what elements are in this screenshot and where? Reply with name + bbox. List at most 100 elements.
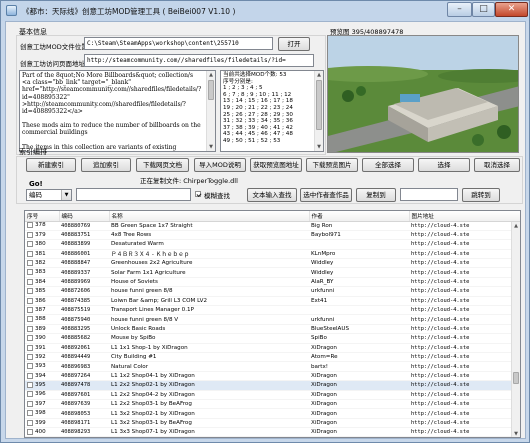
table-row[interactable]: 378 408880769 BB Green Space 1x7 Straight B…: [25, 221, 520, 231]
col-name[interactable]: 名称: [109, 211, 310, 222]
minimize-button[interactable]: –: [447, 2, 472, 17]
chevron-down-icon[interactable]: ▼: [61, 190, 71, 200]
description-scrollbar[interactable]: ▲ ▼: [206, 71, 215, 151]
col-author[interactable]: 作者: [309, 211, 410, 222]
table-row[interactable]: 390 408885682 Mouse by SpiBo SpiBo http://cl…: [25, 333, 520, 344]
close-button[interactable]: ✕: [495, 2, 528, 17]
download-webpage-button[interactable]: 下载网页文档: [136, 158, 189, 172]
mod-table[interactable]: 序号 编码 名称 作者 图片地址 378 408880769 BB Green Sp…: [24, 210, 521, 438]
title-bar[interactable]: 《都市：天际线》创意工坊MOD管理工具 ( BeiBei007 V1.10 ) …: [1, 1, 529, 21]
table-row[interactable]: 387 408875519 Transport Lines Manager 0.1P…: [25, 305, 520, 316]
mod-description-area[interactable]: Part of the 8quot;No More Billboards&quo…: [19, 70, 216, 152]
row-checkbox[interactable]: [27, 391, 33, 398]
table-row[interactable]: 393 408896983 Natural Color bartx! http://cl…: [25, 361, 520, 372]
row-checkbox[interactable]: [27, 363, 33, 370]
row-checkbox[interactable]: [27, 382, 33, 389]
select-all-button[interactable]: 全部选择: [362, 158, 414, 172]
row-checkbox[interactable]: [27, 306, 33, 313]
table-row[interactable]: 392 408894449 City Building #1 Atom=Re http:…: [25, 352, 520, 363]
row-image-url: http://cloud-4.ste: [409, 333, 520, 344]
row-checkbox[interactable]: [27, 344, 33, 351]
col-no[interactable]: 序号: [25, 211, 60, 222]
app-window: 《都市：天际线》创意工坊MOD管理工具 ( BeiBei007 V1.10 ) …: [0, 0, 530, 443]
row-checkbox[interactable]: [27, 288, 33, 295]
table-row[interactable]: 399 408898171 L1 3x2 Shop03-1 by BeAFrog Xi…: [25, 418, 520, 429]
row-number: 394: [35, 372, 46, 379]
row-checkbox[interactable]: [27, 400, 33, 407]
row-checkbox[interactable]: [27, 250, 33, 257]
row-checkbox[interactable]: [27, 410, 33, 417]
row-number: 396: [35, 391, 46, 398]
table-row[interactable]: 386 408874385 Loiwn Bar &amp; Grill L3 COM…: [25, 296, 520, 307]
append-index-button[interactable]: 追加索引: [81, 158, 131, 172]
table-row[interactable]: 381 408886001 Ｐ４ＢＲ３Ｘ４ - Ｋｈｅｂｅｐ KLnMpro http:…: [25, 249, 520, 260]
page-url-field[interactable]: http://steamcommunity.com//sharedfiles/f…: [84, 54, 314, 67]
scroll-up-icon[interactable]: ▲: [207, 71, 215, 79]
table-row[interactable]: 397 408897639 L1 2x2 Shop03-1 by BeAFrog Xi…: [25, 399, 520, 410]
table-row[interactable]: 394 408897264 L1 1x2 Shop04-1 by XiDragon X…: [25, 371, 520, 382]
table-row[interactable]: 384 408889969 House of Soviets AlaR_BY http:…: [25, 277, 520, 288]
search-input[interactable]: [76, 188, 191, 201]
row-code: 408888847: [59, 258, 109, 269]
scroll-thumb[interactable]: [208, 80, 214, 100]
summary-scrollbar[interactable]: ▲ ▼: [314, 71, 323, 151]
row-author: XiDragon: [309, 390, 409, 400]
description-line: <a class="bb_link" target="_blank": [22, 79, 132, 87]
scroll-up-icon[interactable]: ▲: [315, 71, 323, 79]
select-button[interactable]: 选择: [418, 158, 470, 172]
text-search-button[interactable]: 文本输入查找: [247, 188, 297, 202]
row-checkbox[interactable]: [27, 325, 33, 332]
table-scrollbar[interactable]: ▲ ▼: [511, 222, 520, 437]
table-row[interactable]: 395 408897478 L1 2x2 Shop02-1 by XiDragon X…: [25, 380, 520, 391]
table-row[interactable]: 400 408898293 L1 3x3 Shop07-1 by XiDragon X…: [25, 427, 520, 437]
table-row[interactable]: 380 408883899 Desaturated Warm http://cloud…: [25, 239, 520, 250]
table-row[interactable]: 389 408883295 Unlock Basic Roads BlueSteelA…: [25, 324, 520, 335]
row-checkbox[interactable]: [27, 231, 33, 238]
deselect-button[interactable]: 取消选择: [474, 158, 520, 172]
table-row[interactable]: 398 408898053 L1 3x2 Shop02-1 by XiDragon X…: [25, 408, 520, 419]
row-checkbox[interactable]: [27, 429, 33, 436]
table-row[interactable]: 383 408889337 Solar Farm 1x1 Agriculture Wi…: [25, 267, 520, 278]
import-mod-desc-button[interactable]: 导入MOD说明: [194, 158, 246, 172]
table-row[interactable]: 388 408875940 house funni green 8/8 Vurkfu…: [25, 314, 520, 325]
table-row[interactable]: 391 408892061 L1 1x1 Shop-1 by XiDragon XiD…: [25, 343, 520, 353]
download-preview-button[interactable]: 下载预览图片: [306, 158, 358, 172]
jump-to-button[interactable]: 跳转到: [462, 188, 500, 202]
table-row[interactable]: 396 408897601 L1 2x2 Shop04-2 by XiDragon X…: [25, 390, 520, 400]
row-checkbox[interactable]: [27, 353, 33, 360]
maximize-button[interactable]: □: [472, 2, 495, 17]
fuzzy-search-checkbox[interactable]: [195, 191, 201, 197]
table-row[interactable]: 379 408883751 4x8 Tree Rows Baybol971 http:/…: [25, 230, 520, 241]
row-name: house funni green 8/8: [109, 286, 309, 297]
row-checkbox[interactable]: [27, 316, 33, 323]
row-checkbox[interactable]: [27, 278, 33, 285]
new-index-button[interactable]: 新建索引: [26, 158, 76, 172]
row-checkbox[interactable]: [27, 260, 33, 266]
row-checkbox[interactable]: [27, 372, 33, 379]
open-folder-button[interactable]: 打开: [278, 37, 310, 51]
table-row[interactable]: 385 408872606 house funni green 8/8 urkfunn…: [25, 286, 520, 297]
scroll-down-icon[interactable]: ▼: [315, 143, 323, 151]
col-code[interactable]: 编码: [59, 211, 110, 222]
scroll-thumb[interactable]: [513, 372, 519, 384]
row-checkbox[interactable]: [27, 297, 33, 304]
scroll-thumb[interactable]: [316, 80, 322, 130]
get-preview-url-button[interactable]: 获取预览图地址: [250, 158, 302, 172]
scroll-down-icon[interactable]: ▼: [512, 430, 520, 437]
row-checkbox[interactable]: [27, 222, 33, 229]
col-image-url[interactable]: 图片地址: [409, 211, 520, 222]
row-checkbox[interactable]: [27, 269, 33, 276]
row-checkbox[interactable]: [27, 419, 33, 426]
copy-target-input[interactable]: [400, 188, 458, 201]
search-field-combo[interactable]: 编码 ▼: [26, 189, 72, 201]
table-row[interactable]: 382 408888847 Greenhouses 2x2 Agriculture W…: [25, 258, 520, 269]
description-lines: Part of the 8quot;No More Billboards&quo…: [22, 72, 213, 151]
search-by-author-button[interactable]: 选中作者查作品: [300, 188, 352, 202]
copy-to-button[interactable]: 复制到: [356, 188, 396, 202]
scroll-down-icon[interactable]: ▼: [207, 143, 215, 151]
row-checkbox[interactable]: [27, 335, 33, 342]
selection-summary-area[interactable]: 当前共选择MOD个数: 53 序号分别是: 1 ; 2 ; 3 ; 4 ; 56…: [220, 70, 324, 152]
scroll-up-icon[interactable]: ▲: [512, 222, 520, 230]
row-checkbox[interactable]: [27, 241, 33, 248]
folder-path-field[interactable]: C:\Steam\SteamApps\workshop\content\2557…: [84, 37, 273, 50]
